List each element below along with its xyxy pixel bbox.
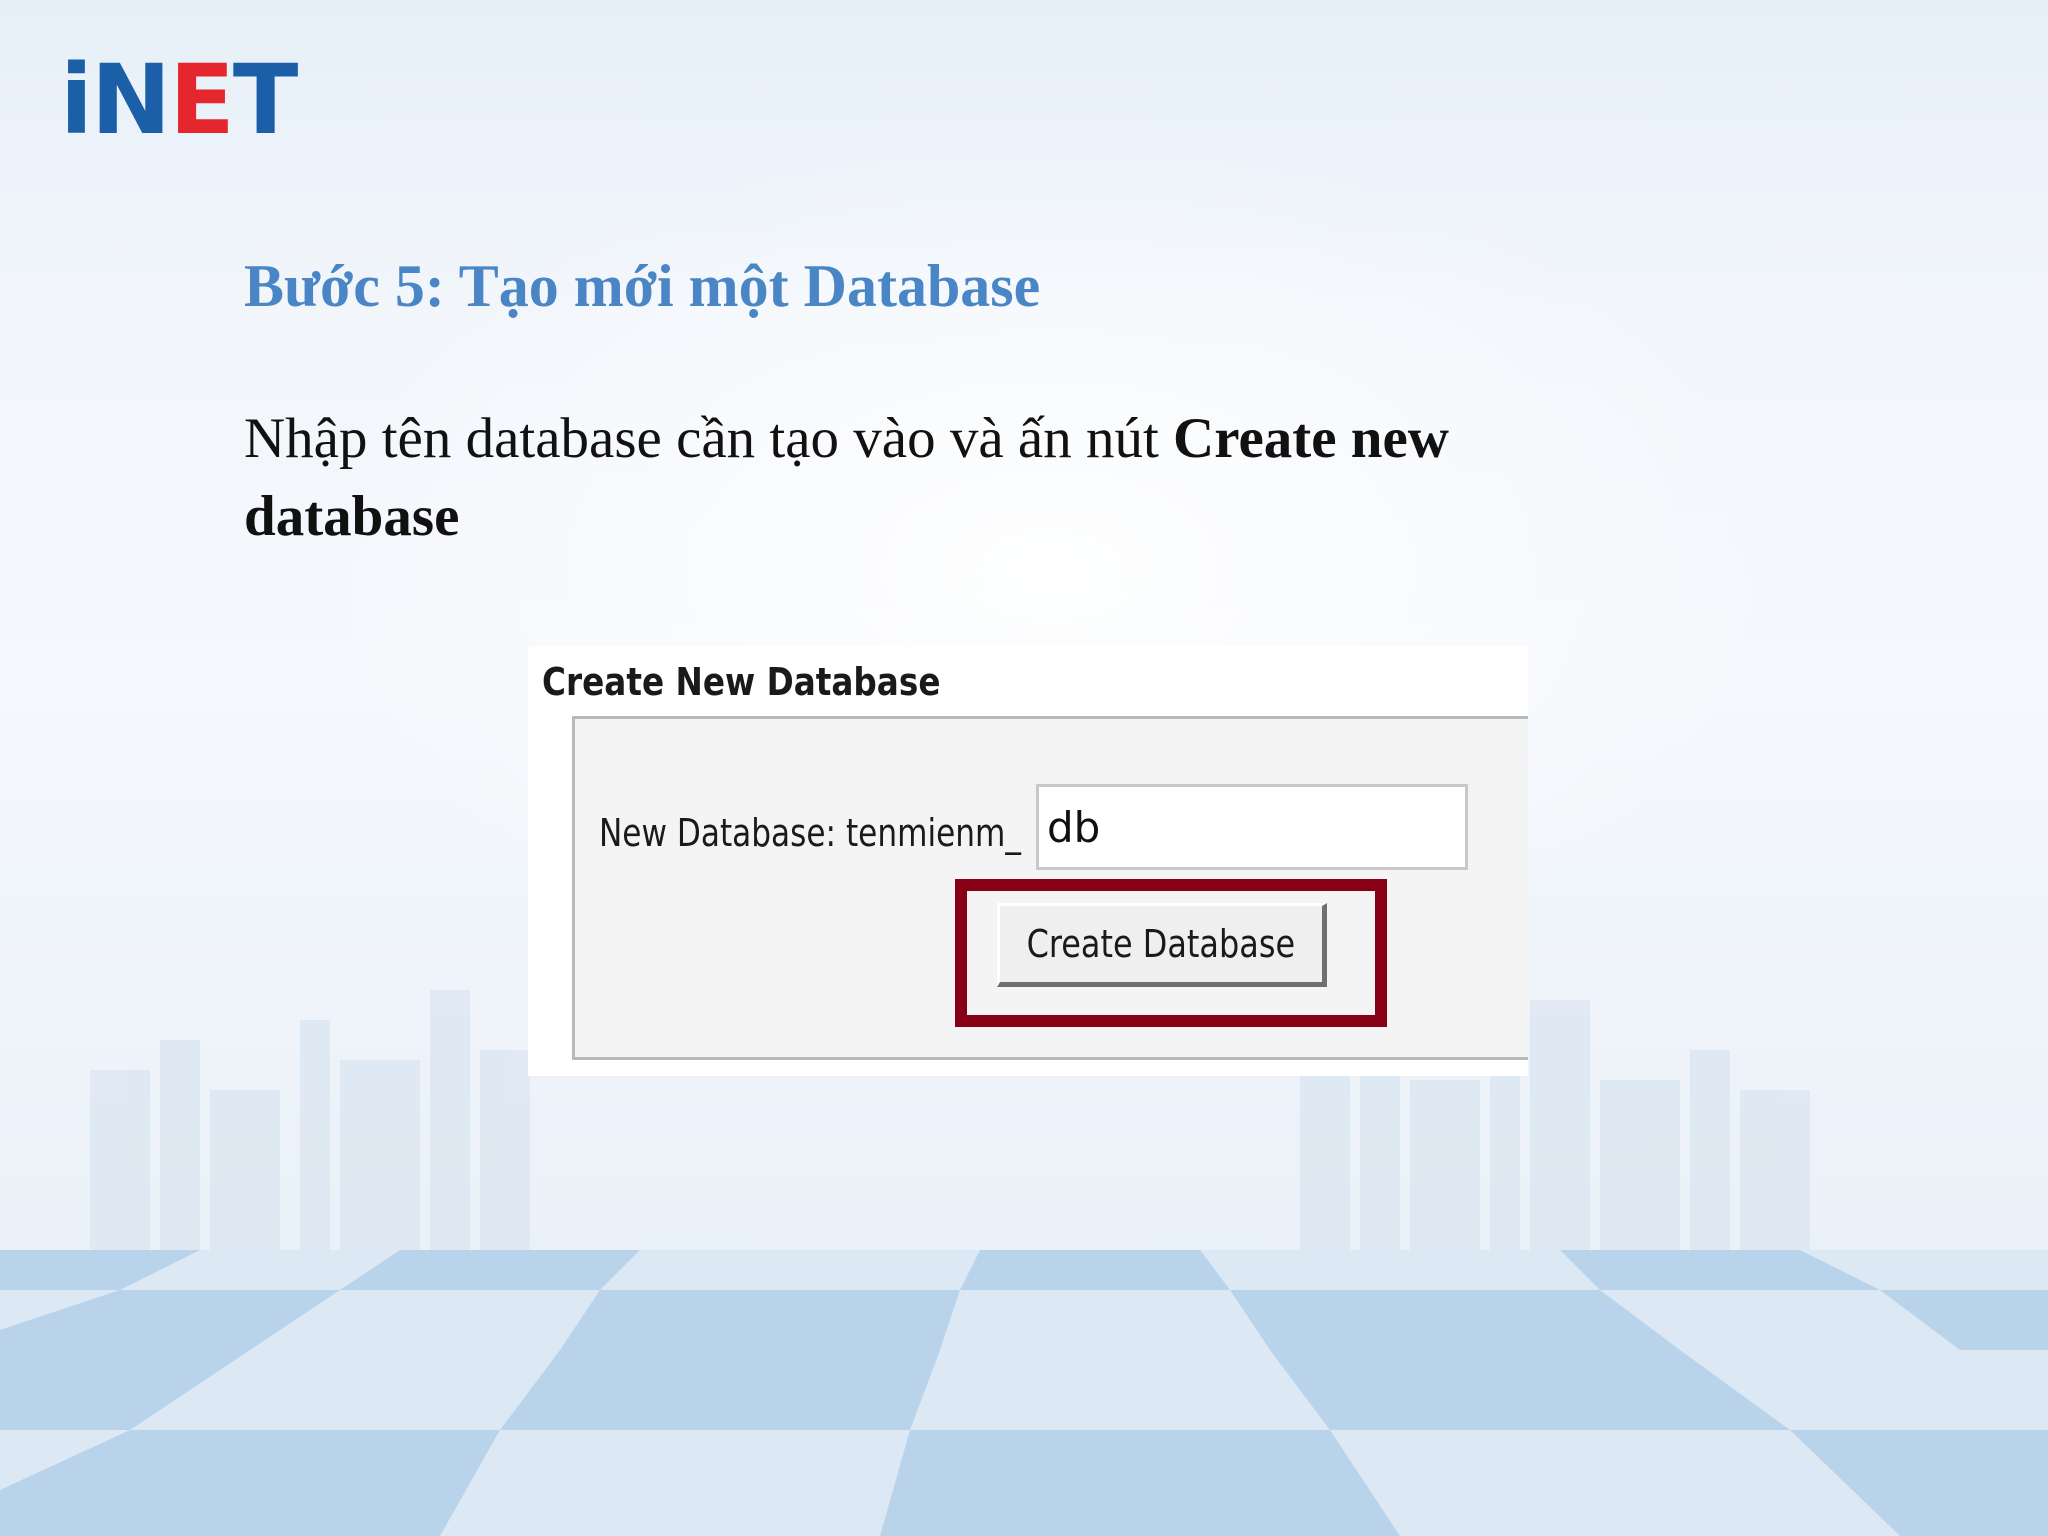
- create-database-button-label: Create Database: [1026, 922, 1296, 966]
- step-title: Bước 5: Tạo mới một Database: [244, 253, 1041, 319]
- panel-box: New Database: tenmienm_ Create Database: [572, 716, 1528, 1060]
- logo-letter-t: T: [232, 44, 298, 156]
- panel-heading: Create New Database: [542, 660, 941, 704]
- inet-logo: iNET: [60, 52, 298, 148]
- logo-letter-i: i: [60, 44, 93, 156]
- instruction-text: Nhập tên database cần tạo vào và ấn nút …: [244, 400, 1644, 556]
- slide: iNET Bước 5: Tạo mới một Database Nhập t…: [0, 0, 2048, 1536]
- create-database-button[interactable]: Create Database: [997, 903, 1327, 987]
- new-database-input[interactable]: [1036, 784, 1468, 870]
- logo-letter-n: N: [90, 44, 171, 156]
- logo-letter-e: E: [169, 44, 235, 156]
- instruction-plain: Nhập tên database cần tạo vào và ấn nút: [244, 407, 1174, 470]
- checkered-floor: [0, 1250, 2048, 1536]
- new-database-label: New Database: tenmienm_: [599, 811, 1021, 855]
- create-database-panel: Create New Database New Database: tenmie…: [528, 646, 1528, 1076]
